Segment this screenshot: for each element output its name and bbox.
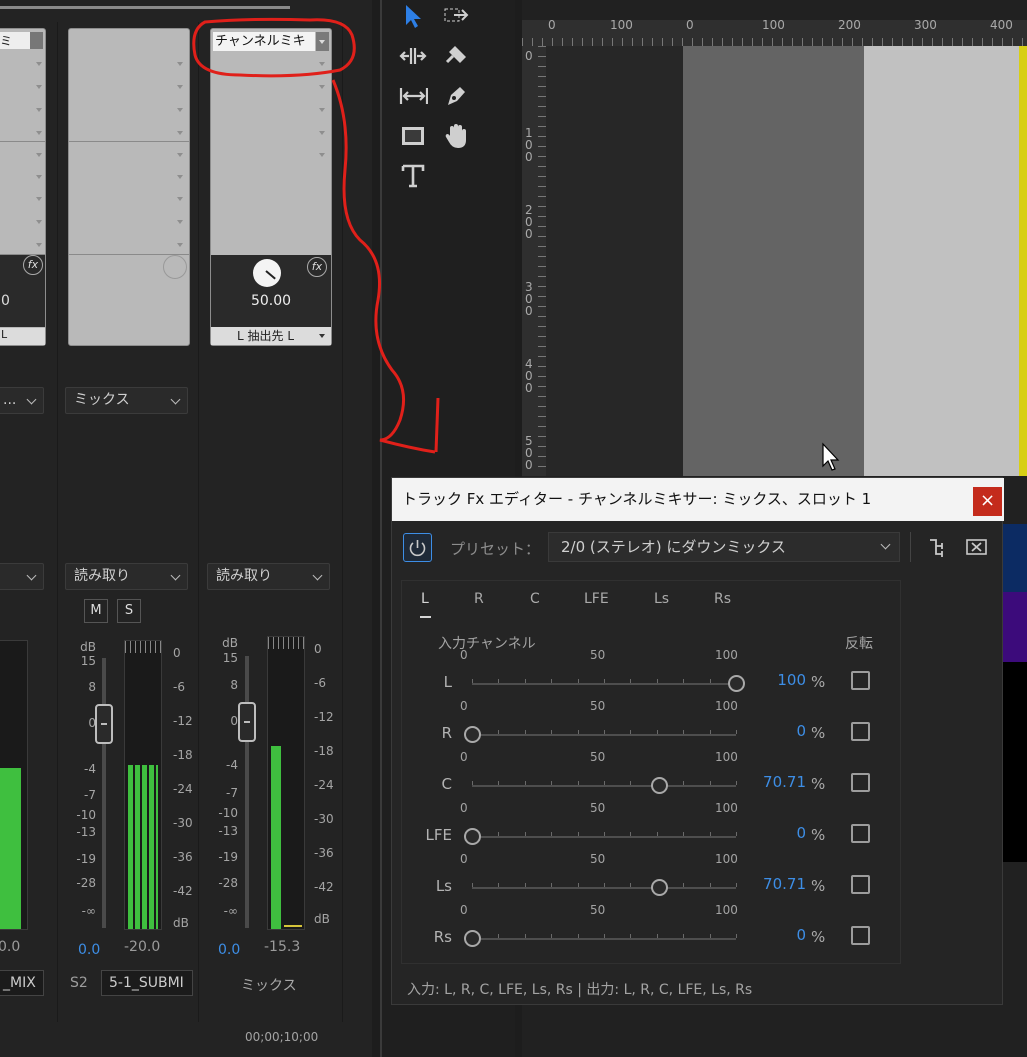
channel-label: L bbox=[443, 673, 452, 691]
slider-max-label: 100 bbox=[715, 699, 738, 713]
slider-thumb[interactable] bbox=[650, 777, 668, 794]
preset-value: 2/0 (ステレオ) にダウンミックス bbox=[561, 538, 786, 556]
preset-options-icon[interactable] bbox=[926, 536, 948, 562]
channel-percent-value[interactable]: 70.71 bbox=[746, 773, 806, 791]
close-icon: × bbox=[979, 490, 996, 511]
invert-checkbox[interactable] bbox=[851, 773, 870, 792]
invert-checkbox[interactable] bbox=[851, 875, 870, 894]
channel-level-slider[interactable] bbox=[472, 777, 737, 794]
slider-max-label: 100 bbox=[715, 801, 738, 815]
channel-level-slider[interactable] bbox=[472, 675, 745, 692]
channel-percent-value[interactable]: 0 bbox=[746, 824, 806, 842]
slider-mid-label: 50 bbox=[590, 903, 606, 917]
channel-level-slider[interactable] bbox=[464, 828, 737, 845]
slider-min-label: 0 bbox=[460, 750, 468, 764]
channel-label: Ls bbox=[435, 877, 452, 895]
channel-percent-value[interactable]: 100 bbox=[746, 671, 806, 689]
slider-max-label: 100 bbox=[715, 903, 738, 917]
slider-min-label: 0 bbox=[460, 852, 468, 866]
track-fx-editor-dialog: トラック Fx エディター - チャンネルミキサー: ミックス、スロット 1 ×… bbox=[391, 477, 1004, 1005]
slider-min-label: 0 bbox=[460, 903, 468, 917]
slider-thumb[interactable] bbox=[728, 675, 745, 692]
tab-rs[interactable]: Rs bbox=[714, 591, 731, 607]
io-summary: 入力: L, R, C, LFE, Ls, Rs | 出力: L, R, C, … bbox=[407, 982, 753, 998]
slider-thumb[interactable] bbox=[464, 726, 481, 743]
dialog-title: トラック Fx エディター - チャンネルミキサー: ミックス、スロット 1 bbox=[402, 490, 872, 508]
channel-percent-value[interactable]: 70.71 bbox=[746, 875, 806, 893]
power-toggle-button[interactable] bbox=[403, 533, 432, 562]
slider-min-label: 0 bbox=[460, 699, 468, 713]
channel-level-slider[interactable] bbox=[472, 879, 737, 896]
percent-unit: % bbox=[811, 673, 826, 691]
slider-thumb[interactable] bbox=[464, 930, 481, 947]
slider-min-label: 0 bbox=[460, 801, 468, 815]
percent-unit: % bbox=[811, 928, 826, 946]
slider-mid-label: 50 bbox=[590, 750, 606, 764]
chevron-down-icon bbox=[880, 539, 891, 550]
channel-label: Rs bbox=[433, 928, 452, 946]
channel-level-slider[interactable] bbox=[464, 726, 737, 743]
channel-settings-panel: L R C LFE Ls Rs 入力チャンネル 反転 L 0 50 100 10… bbox=[401, 580, 901, 964]
tab-lfe[interactable]: LFE bbox=[584, 591, 609, 607]
channel-label: C bbox=[441, 775, 452, 793]
preset-label: プリセット： bbox=[450, 540, 541, 558]
percent-unit: % bbox=[811, 826, 826, 844]
slider-min-label: 0 bbox=[460, 648, 468, 662]
channel-label: R bbox=[441, 724, 452, 742]
slider-max-label: 100 bbox=[715, 648, 738, 662]
active-tab-indicator bbox=[420, 616, 431, 618]
slider-mid-label: 50 bbox=[590, 801, 606, 815]
slider-mid-label: 50 bbox=[590, 648, 606, 662]
tab-c[interactable]: C bbox=[530, 591, 540, 607]
tab-ls[interactable]: Ls bbox=[654, 591, 669, 607]
slider-mid-label: 50 bbox=[590, 852, 606, 866]
slider-thumb[interactable] bbox=[650, 879, 668, 896]
delete-preset-icon[interactable] bbox=[966, 538, 988, 560]
invert-checkbox[interactable] bbox=[851, 926, 870, 945]
channel-level-slider[interactable] bbox=[464, 930, 737, 947]
percent-unit: % bbox=[811, 724, 826, 742]
channel-percent-value[interactable]: 0 bbox=[746, 722, 806, 740]
percent-unit: % bbox=[811, 775, 826, 793]
slider-mid-label: 50 bbox=[590, 699, 606, 713]
slider-max-label: 100 bbox=[715, 852, 738, 866]
tab-r[interactable]: R bbox=[474, 591, 484, 607]
invert-header: 反転 bbox=[845, 636, 873, 652]
close-button[interactable]: × bbox=[973, 487, 1002, 516]
percent-unit: % bbox=[811, 877, 826, 895]
dialog-titlebar[interactable]: トラック Fx エディター - チャンネルミキサー: ミックス、スロット 1 bbox=[392, 478, 1004, 521]
power-icon bbox=[409, 540, 426, 557]
channel-percent-value[interactable]: 0 bbox=[746, 926, 806, 944]
preset-dropdown[interactable]: 2/0 (ステレオ) にダウンミックス bbox=[548, 532, 900, 562]
tab-l[interactable]: L bbox=[421, 591, 429, 607]
invert-checkbox[interactable] bbox=[851, 722, 870, 741]
slider-max-label: 100 bbox=[715, 750, 738, 764]
invert-checkbox[interactable] bbox=[851, 824, 870, 843]
slider-thumb[interactable] bbox=[464, 828, 481, 845]
channel-label: LFE bbox=[425, 826, 452, 844]
invert-checkbox[interactable] bbox=[851, 671, 870, 690]
input-channel-header: 入力チャンネル bbox=[438, 636, 536, 652]
